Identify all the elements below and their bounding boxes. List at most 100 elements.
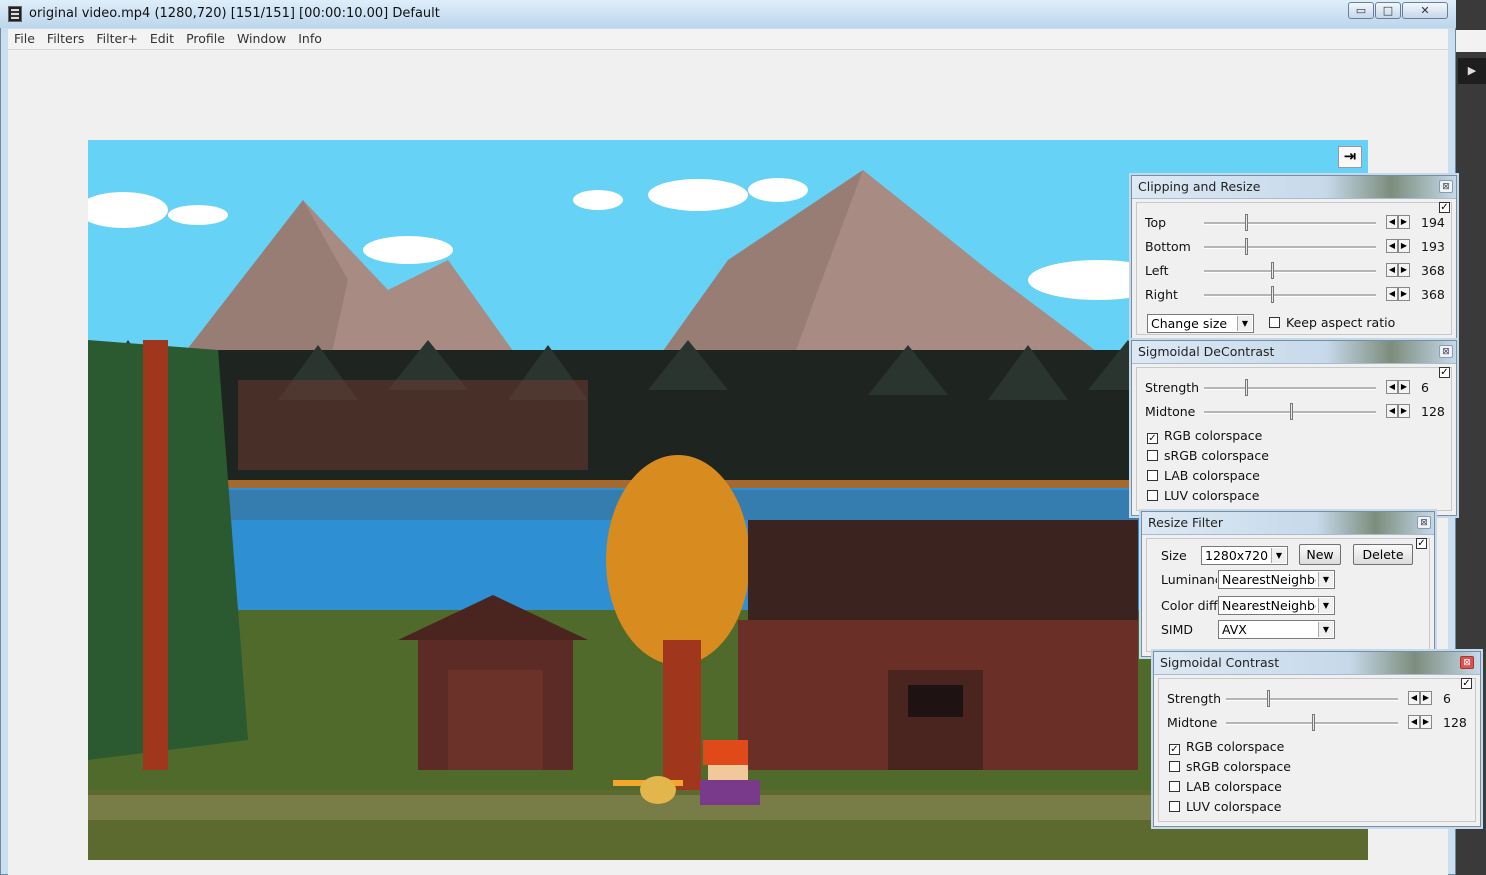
collapse-panels-icon[interactable]: ⇥ [1338, 146, 1362, 168]
increment-icon[interactable]: ▶ [1398, 287, 1410, 301]
menu-filter-plus[interactable]: Filter+ [90, 29, 143, 48]
slider-track[interactable] [1204, 222, 1376, 225]
checkbox-label: RGB colorspace [1164, 428, 1263, 443]
slider-thumb[interactable] [1271, 262, 1275, 279]
slider-label: Right [1145, 287, 1178, 302]
panel-title-bar[interactable]: Sigmoidal Contrast [1154, 652, 1480, 675]
size-select[interactable]: 1280x720 ▼ [1201, 546, 1288, 565]
colorspace-checkbox[interactable]: ✓ RGB colorspace [1147, 428, 1262, 444]
close-button[interactable]: ✕ [1402, 2, 1448, 19]
slider-thumb[interactable] [1312, 714, 1315, 731]
checkbox-box [1147, 490, 1158, 501]
resize-enable-checkbox[interactable]: ✓ [1416, 538, 1427, 549]
clipping-enable-checkbox[interactable]: ✓ [1439, 202, 1450, 213]
new-button[interactable]: New [1299, 544, 1341, 565]
slider-track[interactable] [1204, 246, 1376, 249]
decrement-icon[interactable]: ◀ [1408, 691, 1420, 705]
keep-aspect-checkbox[interactable]: Keep aspect ratio [1269, 315, 1395, 330]
slider-track[interactable] [1204, 387, 1376, 390]
colorspace-checkbox[interactable]: LUV colorspace [1147, 488, 1259, 503]
color-diff-select[interactable]: NearestNeighbor▼ [1218, 596, 1335, 615]
increment-icon[interactable]: ▶ [1420, 691, 1432, 705]
panel-title: Sigmoidal Contrast [1160, 655, 1280, 670]
menu-window[interactable]: Window [231, 29, 292, 48]
slider-thumb[interactable] [1267, 690, 1271, 707]
decrement-icon[interactable]: ◀ [1386, 215, 1398, 229]
menu-profile[interactable]: Profile [180, 29, 231, 48]
panel-close-icon[interactable]: ⊠ [1460, 656, 1474, 669]
menu-edit[interactable]: Edit [144, 29, 180, 48]
slider-label: Midtone [1145, 404, 1196, 419]
slider-thumb[interactable] [1245, 238, 1249, 255]
panel-title-bar[interactable]: Sigmoidal DeContrast [1132, 341, 1456, 364]
panel-title: Sigmoidal DeContrast [1138, 344, 1275, 359]
slider-track[interactable] [1226, 698, 1398, 701]
slider-thumb[interactable] [1271, 286, 1275, 303]
increment-icon[interactable]: ▶ [1398, 239, 1410, 253]
increment-icon[interactable]: ▶ [1398, 404, 1410, 418]
menu-bar: File Filters Filter+ Edit Profile Window Info [8, 29, 1448, 50]
checkbox-box [1169, 761, 1180, 772]
slider-value: 368 [1421, 287, 1445, 302]
slider-value: 368 [1421, 263, 1445, 278]
slider-value: 194 [1421, 215, 1445, 230]
panel-title-bar[interactable]: Clipping and Resize [1132, 176, 1456, 199]
increment-icon[interactable]: ▶ [1398, 380, 1410, 394]
slider-track[interactable] [1204, 270, 1376, 273]
luminance-select[interactable]: NearestNeighbor▼ [1218, 570, 1335, 589]
chevron-down-icon: ▼ [1237, 316, 1252, 331]
slider-value: 193 [1421, 239, 1445, 254]
background-window-bar [1456, 30, 1486, 52]
clipping-resize-panel: Clipping and Resize ⊠ ✓ Top ◀ ▶ 194 Bottom ◀ ▶… [1131, 175, 1457, 340]
title-bar[interactable]: original video.mp4 (1280,720) [151/151] … [0, 0, 1456, 28]
slider-thumb[interactable] [1245, 379, 1249, 396]
checkbox-label: LUV colorspace [1164, 488, 1260, 503]
decrement-icon[interactable]: ◀ [1386, 263, 1398, 277]
checkbox-label: LAB colorspace [1164, 468, 1260, 483]
checkbox-box [1269, 317, 1280, 328]
background-window-icon: ▶ [1458, 58, 1486, 84]
slider-thumb[interactable] [1245, 214, 1249, 231]
decontrast-enable-checkbox[interactable]: ✓ [1439, 367, 1450, 378]
increment-icon[interactable]: ▶ [1398, 263, 1410, 277]
minimize-button[interactable]: ▭ [1348, 2, 1374, 19]
menu-file[interactable]: File [8, 29, 41, 48]
panel-close-icon[interactable]: ⊠ [1417, 516, 1431, 529]
checkbox-box [1169, 801, 1180, 812]
slider-thumb[interactable] [1290, 403, 1293, 420]
contrast-enable-checkbox[interactable]: ✓ [1461, 678, 1472, 689]
simd-select[interactable]: AVX ▼ [1218, 620, 1335, 639]
colorspace-checkbox[interactable]: LUV colorspace [1169, 799, 1281, 814]
maximize-button[interactable]: □ [1375, 2, 1401, 19]
slider-label: Midtone [1167, 715, 1218, 730]
colorspace-checkbox[interactable]: ✓ RGB colorspace [1169, 739, 1284, 755]
chevron-down-icon: ▼ [1318, 598, 1333, 613]
delete-button[interactable]: Delete [1353, 544, 1413, 565]
slider-value: 6 [1443, 691, 1451, 706]
spin-buttons: ◀ ▶ [1386, 215, 1412, 230]
checkbox-label: sRGB colorspace [1164, 448, 1269, 463]
colorspace-checkbox[interactable]: sRGB colorspace [1169, 759, 1291, 774]
checkbox-box: ✓ [1147, 433, 1158, 444]
color-diff-label: Color diff [1161, 598, 1218, 613]
decrement-icon[interactable]: ◀ [1386, 404, 1398, 418]
decrement-icon[interactable]: ◀ [1408, 715, 1420, 729]
panel-close-icon[interactable]: ⊠ [1439, 345, 1453, 358]
resize-mode-select[interactable]: Change size ▼ [1147, 314, 1254, 333]
colorspace-checkbox[interactable]: sRGB colorspace [1147, 448, 1269, 463]
increment-icon[interactable]: ▶ [1420, 715, 1432, 729]
decrement-icon[interactable]: ◀ [1386, 239, 1398, 253]
menu-filters[interactable]: Filters [41, 29, 90, 48]
colorspace-checkbox[interactable]: LAB colorspace [1147, 468, 1260, 483]
decrement-icon[interactable]: ◀ [1386, 380, 1398, 394]
increment-icon[interactable]: ▶ [1398, 215, 1410, 229]
panel-close-icon[interactable]: ⊠ [1439, 180, 1453, 193]
slider-track[interactable] [1204, 294, 1376, 297]
simd-label: SIMD [1161, 622, 1194, 637]
menu-info[interactable]: Info [292, 29, 328, 48]
spin-buttons: ◀ ▶ [1386, 239, 1412, 254]
decrement-icon[interactable]: ◀ [1386, 287, 1398, 301]
colorspace-checkbox[interactable]: LAB colorspace [1169, 779, 1282, 794]
panel-title-bar[interactable]: Resize Filter [1142, 512, 1434, 535]
slider-value: 128 [1421, 404, 1445, 419]
